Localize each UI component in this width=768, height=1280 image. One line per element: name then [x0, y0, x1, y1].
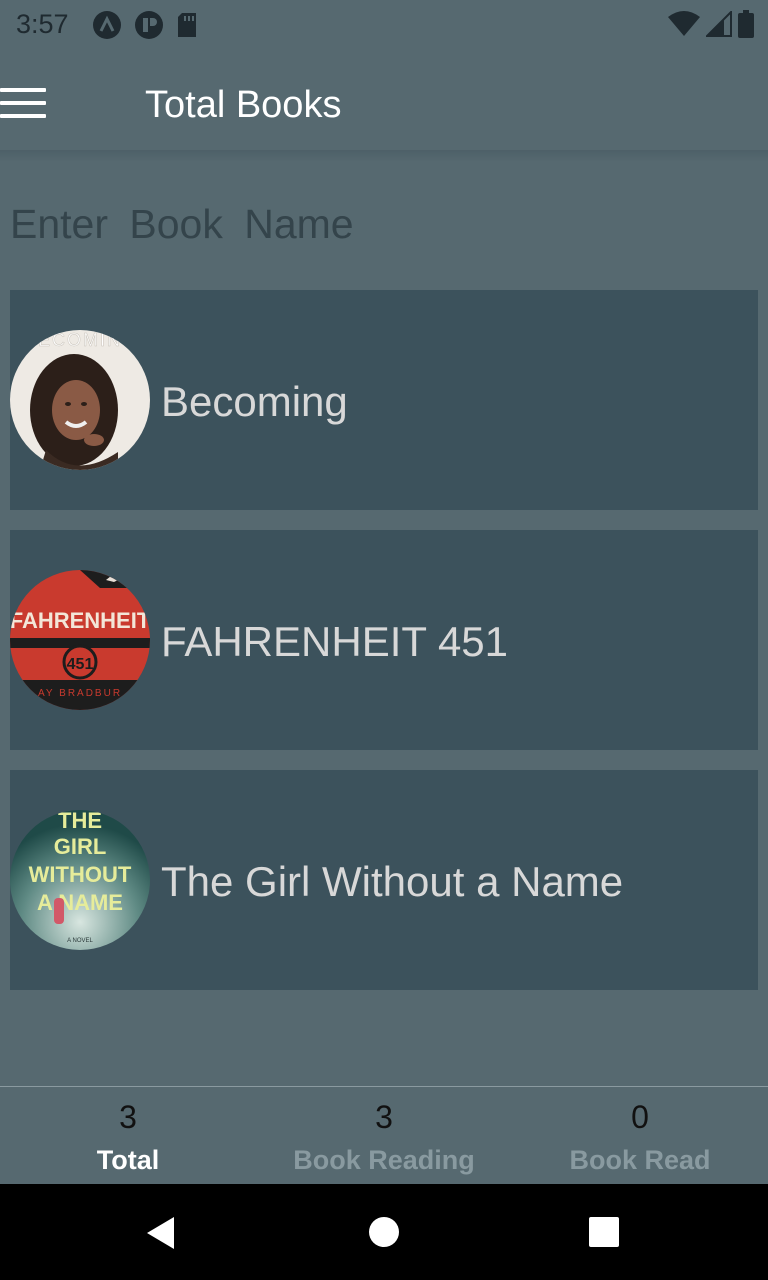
status-bar: 3:57 [0, 0, 768, 50]
svg-text:A NAME: A NAME [37, 890, 123, 915]
system-navigation-bar [0, 1184, 768, 1280]
sd-card-icon [178, 13, 196, 37]
list-item[interactable]: THE GIRL WITHOUT A NAME A NOVEL The Girl… [10, 770, 758, 990]
book-cover-image: FAHRENHEIT 451 AY BRADBUR [10, 570, 150, 710]
home-icon[interactable] [368, 1216, 400, 1248]
book-cover-image: THE GIRL WITHOUT A NAME A NOVEL [10, 810, 150, 950]
page-title: Total Books [145, 84, 342, 126]
app-bar [0, 50, 768, 160]
hamburger-menu-icon[interactable] [0, 88, 46, 122]
status-time: 3:57 [16, 9, 69, 39]
tab-book-reading[interactable]: 3 Book Reading [256, 1087, 512, 1185]
arch-icon [93, 11, 121, 39]
status-icons-left [92, 10, 200, 40]
app-bar-shadow [0, 150, 768, 162]
bottom-navigation: 3 Total 3 Book Reading 0 Book Read [0, 1086, 768, 1184]
book-title: Becoming [161, 378, 348, 425]
tab-count: 0 [631, 1099, 649, 1135]
wifi-icon [668, 11, 700, 36]
cover-number: 451 [67, 656, 94, 673]
svg-text:WITHOUT: WITHOUT [29, 862, 132, 887]
cover-text: FAHRENHEIT [10, 608, 150, 633]
book-cover-image: ECOMIN [10, 330, 150, 470]
cover-footer: AY BRADBUR [38, 688, 122, 699]
back-icon[interactable] [146, 1216, 176, 1250]
cover-text: ECOMIN [38, 330, 122, 350]
battery-icon [738, 10, 754, 38]
shield-icon [135, 11, 163, 39]
svg-text:GIRL: GIRL [54, 834, 107, 859]
tab-count: 3 [375, 1099, 393, 1135]
tab-label: Total [96, 1145, 160, 1175]
tab-label: Book Reading [293, 1145, 475, 1175]
search-input[interactable] [10, 194, 750, 254]
cover-text: THE [58, 810, 102, 833]
book-title: The Girl Without a Name [161, 858, 624, 905]
recents-icon[interactable] [589, 1217, 619, 1247]
tab-label: Book Read [569, 1145, 711, 1175]
svg-text:A NOVEL: A NOVEL [67, 938, 93, 944]
list-item[interactable]: ECOMIN Becoming [10, 290, 758, 510]
book-title: FAHRENHEIT 451 [161, 618, 509, 665]
tab-count: 3 [119, 1099, 137, 1135]
status-icons-right [668, 10, 754, 38]
tab-book-read[interactable]: 0 Book Read [512, 1087, 768, 1185]
tab-total[interactable]: 3 Total [0, 1087, 256, 1185]
signal-icon [706, 11, 732, 37]
list-item[interactable]: FAHRENHEIT 451 AY BRADBUR FAHRENHEIT 451 [10, 530, 758, 750]
